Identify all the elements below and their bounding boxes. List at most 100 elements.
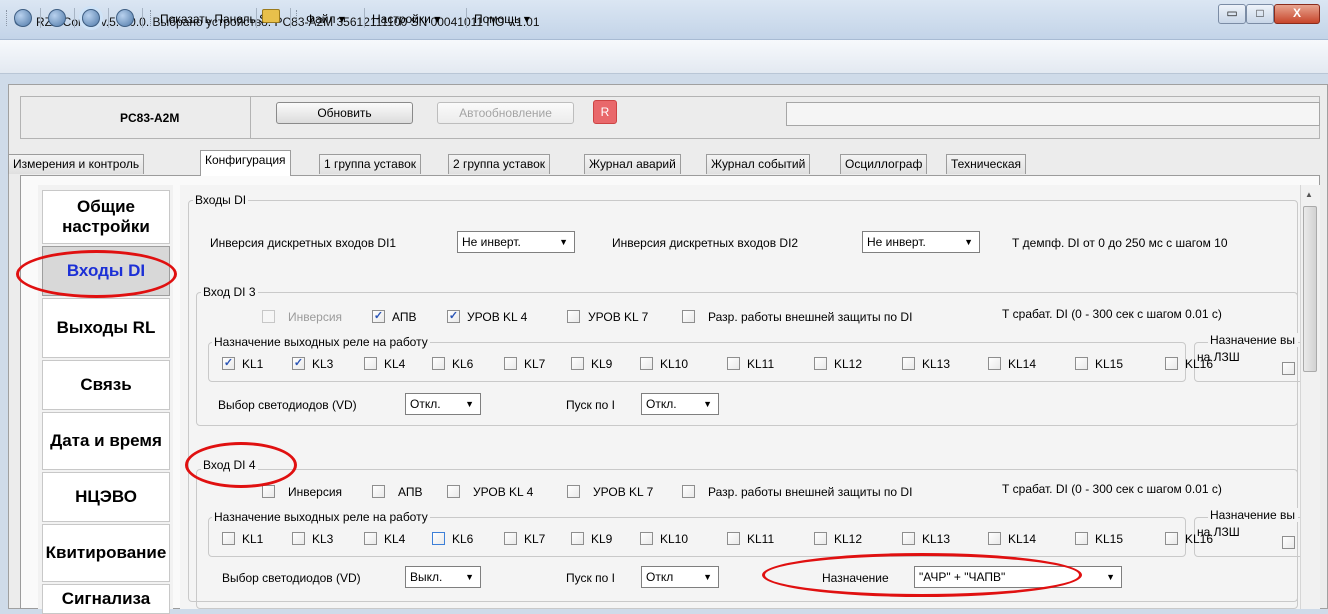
connect-icon[interactable] [14,9,32,27]
nav-outputs-rl[interactable]: Выходы RL [42,298,170,358]
nav-acknowledgement[interactable]: Квитирование [42,524,170,582]
inversion-di2-label: Инверсия дискретных входов DI2 [612,236,799,250]
inversion-di2-select[interactable]: Не инверт. ▼ [862,231,980,253]
scroll-up-icon[interactable]: ▲ [1305,190,1313,199]
show-panel-label: Показать Панель S [160,12,268,26]
menu-help-label: Помощь [474,12,521,26]
damping-label: Т демпф. DI от 0 до 250 мс с шагом 10 [1012,236,1228,250]
di4-relay-kl13-checkbox[interactable] [902,532,915,545]
di4-relay-kl7-checkbox[interactable] [504,532,517,545]
tab-settings-group-2[interactable]: 2 группа уставок [448,154,550,174]
di3-relay-kl14-checkbox[interactable] [988,357,1001,370]
di3-ext-protection-label: Разр. работы внешней защиты по DI [708,310,913,324]
nav-date-time[interactable]: Дата и время [42,412,170,470]
tab-measurements[interactable]: Измерения и контроль [8,154,145,174]
disconnect-icon[interactable] [82,9,100,27]
auto-refresh-button[interactable]: Автообновление [437,102,574,124]
di4-relay-kl14-checkbox[interactable] [988,532,1001,545]
di3-inversion-checkbox[interactable] [262,310,275,323]
di4-inversion-checkbox[interactable] [262,485,275,498]
menu-settings[interactable]: Настройки ▾ [372,12,440,26]
di3-relay-kl3-checkbox[interactable]: ✓ [292,357,305,370]
nav-ntsevo[interactable]: НЦЭВО [42,472,170,522]
di3-urov-kl4-checkbox[interactable]: ✓ [447,310,460,323]
refresh-button[interactable]: Обновить [276,102,413,124]
scroll-thumb[interactable] [1303,206,1317,372]
toolbar-grip[interactable] [296,10,299,26]
di3-relay-kl15-checkbox[interactable] [1075,357,1088,370]
di4-relay-kl6-checkbox[interactable] [432,532,445,545]
di4-start-value: Откл [646,570,674,584]
folder-icon[interactable] [262,9,280,23]
di3-relay-kl10-checkbox[interactable] [640,357,653,370]
nav-signaling[interactable]: Сигнализа [42,584,170,614]
di3-relay-kl16-checkbox[interactable] [1165,357,1178,370]
r-button[interactable]: R [593,100,617,124]
di3-urov-kl7-label: УРОВ KL 7 [588,310,649,324]
inversion-di1-select[interactable]: Не инверт. ▼ [457,231,575,253]
show-panel-menu[interactable]: Показать Панель S ▾ [160,12,277,26]
maximize-button[interactable]: □ [1246,4,1274,24]
di4-relay-kl15-label: KL15 [1095,532,1124,546]
user-icon[interactable] [116,9,134,27]
di4-relay-kl16-checkbox[interactable] [1165,532,1178,545]
menu-file[interactable]: Файл ▾ [306,12,345,26]
di3-relay-kl1-checkbox[interactable]: ✓ [222,357,235,370]
inputs-di-title: Входы DI [193,193,249,207]
di3-relay-kl13-checkbox[interactable] [902,357,915,370]
chevron-down-icon: ▾ [523,12,530,26]
di3-relay-kl9-checkbox[interactable] [571,357,584,370]
menu-help[interactable]: Помощь ▾ [474,12,530,26]
divider [250,96,251,139]
di3-start-select[interactable]: Откл. ▼ [641,393,719,415]
di4-start-select[interactable]: Откл ▼ [641,566,719,588]
di3-relay-kl7-checkbox[interactable] [504,357,517,370]
di4-relay-kl12-checkbox[interactable] [814,532,827,545]
di4-urov-kl7-checkbox[interactable] [567,485,580,498]
toolbar-grip[interactable] [150,10,153,26]
di4-relay-kl1-checkbox[interactable] [222,532,235,545]
tab-configuration[interactable]: Конфигурация [200,150,291,176]
di3-relay-kl12-label: KL12 [834,357,863,371]
di4-ext-protection-checkbox[interactable] [682,485,695,498]
minimize-button[interactable]: ▭ [1218,4,1246,24]
close-button[interactable]: X [1274,4,1320,24]
di3-apv-checkbox[interactable]: ✓ [372,310,385,323]
search-device-icon[interactable] [48,9,66,27]
di3-relay-kl6-checkbox[interactable] [432,357,445,370]
di3-title: Вход DI 3 [201,285,258,299]
di3-ext-protection-checkbox[interactable] [682,310,695,323]
di4-relay-kl10-checkbox[interactable] [640,532,653,545]
di4-relay-kl14-label: KL14 [1008,532,1037,546]
di3-urov-kl7-checkbox[interactable] [567,310,580,323]
di4-apv-label: АПВ [398,485,423,499]
di3-lzsh-checkbox[interactable] [1282,362,1295,375]
di4-relay-kl15-checkbox[interactable] [1075,532,1088,545]
device-name: PC83-A2M [120,111,180,125]
inversion-di1-label: Инверсия дискретных входов DI1 [210,236,397,250]
di3-trigger-label: Т срабат. DI (0 - 300 сек с шагом 0.01 с… [1002,307,1222,321]
tab-settings-group-1[interactable]: 1 группа уставок [319,154,421,174]
di4-urov-kl4-checkbox[interactable] [447,485,460,498]
di4-relay-kl4-checkbox[interactable] [364,532,377,545]
di3-relay-kl4-checkbox[interactable] [364,357,377,370]
nav-general-settings[interactable]: Общие настройки [42,190,170,244]
tab-fault-log[interactable]: Журнал аварий [584,154,681,174]
status-field [786,102,1320,126]
di4-relay-kl11-checkbox[interactable] [727,532,740,545]
di4-relay-kl3-checkbox[interactable] [292,532,305,545]
tab-oscillograph[interactable]: Осциллограф [840,154,928,174]
tab-event-log[interactable]: Журнал событий [706,154,811,174]
tab-technical[interactable]: Техническая [946,154,1027,174]
di4-relay-kl7-label: KL7 [524,532,546,546]
dropdown-arrow-icon: ▼ [703,572,712,582]
toolbar-grip[interactable] [6,10,9,26]
di3-leds-select[interactable]: Откл. ▼ [405,393,481,415]
di4-leds-select[interactable]: Выкл. ▼ [405,566,481,588]
di3-relay-kl11-checkbox[interactable] [727,357,740,370]
di4-apv-checkbox[interactable] [372,485,385,498]
di4-lzsh-checkbox[interactable] [1282,536,1295,549]
di4-relay-kl9-checkbox[interactable] [571,532,584,545]
nav-communication[interactable]: Связь [42,360,170,410]
di3-relay-kl12-checkbox[interactable] [814,357,827,370]
